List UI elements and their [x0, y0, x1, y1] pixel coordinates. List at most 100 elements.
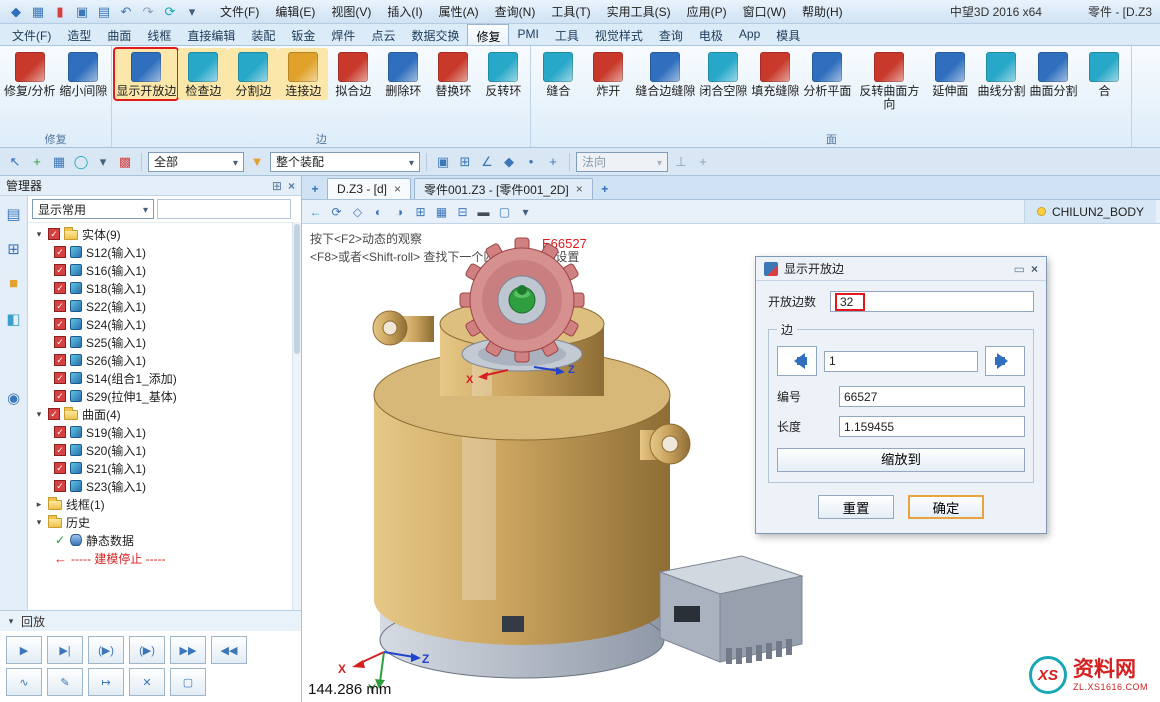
document-tab[interactable]: 零件001.Z3 - [零件001_2D] — [414, 178, 593, 199]
ribbon-tab[interactable]: 视觉样式 — [587, 24, 651, 45]
snap-cross-icon[interactable]: + — [543, 152, 563, 171]
close-tab-icon[interactable] — [394, 182, 401, 196]
ribbon-tab[interactable]: 文件(F) — [4, 24, 59, 45]
filter-funnel-icon[interactable]: ▼ — [247, 152, 267, 171]
history-manager-icon[interactable]: ▤ — [4, 204, 24, 223]
ribbon-button[interactable]: 反转环 — [478, 48, 528, 100]
pick-add-icon[interactable]: + — [27, 152, 47, 171]
grid-icon[interactable]: ▦ — [432, 202, 451, 221]
half-section-icon[interactable]: ◑ — [390, 202, 409, 221]
prev-edge-button[interactable] — [777, 346, 817, 376]
snap-mid-icon[interactable]: ◆ — [499, 152, 519, 171]
ribbon-tab[interactable]: 点云 — [363, 24, 403, 45]
tree-item[interactable]: S19(输入1) — [28, 423, 301, 441]
panel-options-icon[interactable] — [272, 179, 282, 193]
tree-item[interactable]: S16(输入1) — [28, 261, 301, 279]
scope-dropdown[interactable]: 整个装配 — [270, 152, 420, 172]
checkbox[interactable] — [54, 282, 66, 294]
comment-icon[interactable] — [1014, 262, 1025, 276]
replay-tool-button[interactable]: ↦ — [88, 668, 124, 696]
inquire-icon[interactable]: ⊞ — [411, 202, 430, 221]
menu-item[interactable]: 窗口(W) — [735, 0, 794, 23]
color-filter-icon[interactable]: ▩ — [115, 152, 135, 171]
tree-item[interactable]: S20(输入1) — [28, 441, 301, 459]
tree-item[interactable]: S12(输入1) — [28, 243, 301, 261]
tree-scrollbar[interactable] — [292, 222, 301, 610]
scroll-thumb[interactable] — [294, 224, 300, 354]
new-tab-icon[interactable] — [596, 179, 614, 199]
refresh-view-icon[interactable]: ⟳ — [327, 202, 346, 221]
replay-tool-button[interactable]: ∿ — [6, 668, 42, 696]
ribbon-tab[interactable]: 电极 — [691, 24, 731, 45]
pick-cursor-icon[interactable]: ↖ — [5, 152, 25, 171]
layout-icon[interactable]: ⊟ — [453, 202, 472, 221]
document-tab[interactable]: D.Z3 - [d] — [327, 178, 411, 199]
probe-icon[interactable]: + — [693, 152, 713, 171]
ribbon-tab[interactable]: 钣金 — [283, 24, 323, 45]
next-edge-button[interactable] — [985, 346, 1025, 376]
ribbon-button[interactable]: 检查边 — [178, 48, 228, 100]
replay-tool-button[interactable]: ✎ — [47, 668, 83, 696]
ribbon-button[interactable]: 显示开放边 — [114, 48, 178, 100]
checkbox[interactable] — [54, 336, 66, 348]
refresh-icon[interactable]: ⟳ — [160, 2, 180, 21]
tree-item[interactable]: 静态数据 — [28, 531, 301, 549]
tree-item[interactable]: S26(输入1) — [28, 351, 301, 369]
shade-mode-icon[interactable]: ◐ — [369, 202, 388, 221]
replay-button[interactable]: (▶) — [88, 636, 124, 664]
redo-icon[interactable]: ↷ — [138, 2, 158, 21]
model-canvas[interactable]: 按下<F2>动态的观察 <F8>或者<Shift-roll> 查找下一个匹配的过… — [302, 224, 1160, 702]
ribbon-button[interactable]: 反转曲面方向 — [853, 48, 925, 113]
ribbon-button[interactable]: 缩小间隙 — [57, 48, 109, 100]
pick-caret-icon[interactable]: ▾ — [93, 152, 113, 171]
checkbox[interactable] — [54, 534, 66, 546]
edge-length-field[interactable]: 1.159455 — [839, 416, 1025, 437]
reset-button[interactable]: 重置 — [818, 495, 894, 519]
checkbox[interactable] — [48, 408, 60, 420]
display-options-icon[interactable]: ▾ — [516, 202, 535, 221]
checkbox[interactable] — [54, 480, 66, 492]
menu-item[interactable]: 属性(A) — [431, 0, 487, 23]
tree-filter-dropdown[interactable]: 显示常用 — [32, 199, 154, 219]
expand-icon[interactable] — [34, 229, 44, 240]
menu-item[interactable]: 帮助(H) — [794, 0, 851, 23]
menu-item[interactable]: 视图(V) — [323, 0, 379, 23]
view-orient-icon[interactable]: ◇ — [348, 202, 367, 221]
replay-tool-button[interactable]: ▢ — [170, 668, 206, 696]
ribbon-button[interactable]: 分析平面 — [801, 48, 853, 100]
replay-button[interactable]: ▶▶ — [170, 636, 206, 664]
edge-index-field[interactable]: 1 — [824, 351, 978, 372]
active-body-chip[interactable]: CHILUN2_BODY — [1024, 200, 1156, 223]
ribbon-button[interactable]: 缝合边缝隙 — [633, 48, 697, 100]
checkbox[interactable] — [54, 390, 66, 402]
checkbox[interactable] — [54, 318, 66, 330]
ribbon-tab[interactable]: PMI — [509, 24, 546, 45]
app-menu-icon[interactable]: ▦ — [28, 2, 48, 21]
checkbox[interactable] — [54, 462, 66, 474]
tree-item[interactable]: S21(输入1) — [28, 459, 301, 477]
normal-lock-icon[interactable]: ⊥ — [671, 152, 691, 171]
tree-search-field[interactable] — [157, 199, 291, 219]
menu-item[interactable]: 应用(P) — [679, 0, 735, 23]
entity-filter-dropdown[interactable]: 全部 — [148, 152, 244, 172]
link-icon[interactable]: ▣ — [433, 152, 453, 171]
tree-folder-surfaces[interactable]: 曲面(4) — [28, 405, 301, 423]
menu-item[interactable]: 插入(I) — [379, 0, 430, 23]
tree-item[interactable]: S14(组合1_添加) — [28, 369, 301, 387]
checkbox[interactable] — [48, 228, 60, 240]
assembly-tree-icon[interactable]: ⊞ — [4, 239, 24, 258]
ribbon-tab[interactable]: 造型 — [59, 24, 99, 45]
tree-folder-history[interactable]: 历史 — [28, 513, 301, 531]
checkbox[interactable] — [54, 372, 66, 384]
ribbon-button[interactable]: 拟合边 — [328, 48, 378, 100]
solid-view-icon[interactable]: ■ — [4, 274, 24, 293]
ribbon-tab[interactable]: 模具 — [768, 24, 808, 45]
ribbon-button[interactable]: 曲线分割 — [975, 48, 1027, 100]
ribbon-button[interactable]: 删除环 — [378, 48, 428, 100]
expand-icon[interactable] — [34, 517, 44, 528]
dialog-titlebar[interactable]: 显示开放边 — [756, 257, 1046, 281]
user-icon[interactable]: ◉ — [4, 388, 24, 407]
close-dialog-icon[interactable] — [1031, 262, 1038, 276]
ribbon-tab[interactable]: 查询 — [651, 24, 691, 45]
appearance-icon[interactable]: ▢ — [495, 202, 514, 221]
